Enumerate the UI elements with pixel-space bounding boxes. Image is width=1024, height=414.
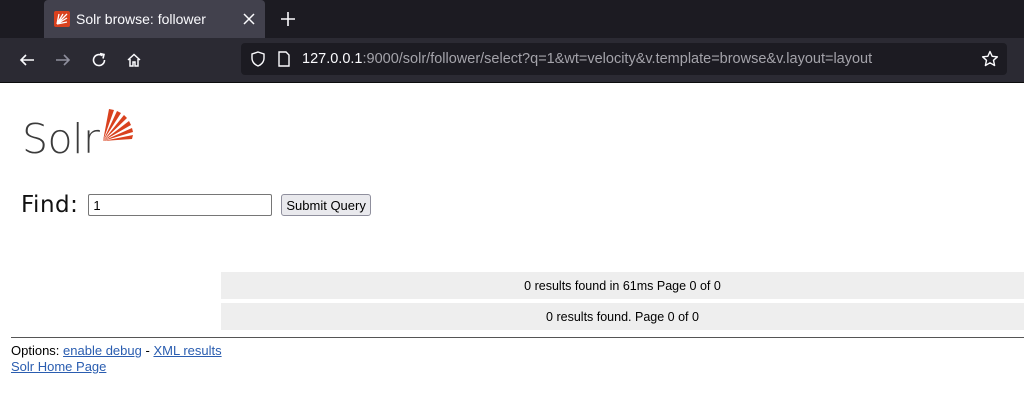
results-summary-top: 0 results found in 61ms Page 0 of 0 [221, 272, 1024, 299]
submit-query-button[interactable]: Submit Query [281, 194, 371, 216]
bookmark-star-icon[interactable] [981, 50, 999, 68]
options-label: Options: [11, 343, 60, 358]
solr-favicon-icon [54, 11, 70, 27]
xml-results-link[interactable]: XML results [153, 343, 221, 358]
options-line: Options: enable debug - XML results [11, 343, 222, 359]
home-icon[interactable] [124, 50, 144, 70]
results-summary-bottom: 0 results found. Page 0 of 0 [221, 303, 1024, 330]
search-form: Find: Submit Query [21, 192, 371, 218]
url-path: :9000/solr/follower/select?q=1&wt=veloci… [362, 51, 873, 67]
search-input[interactable] [88, 194, 273, 216]
page-info-icon[interactable] [275, 50, 293, 68]
back-arrow-icon[interactable] [17, 50, 37, 70]
find-label: Find: [21, 192, 79, 218]
forward-arrow-icon[interactable] [53, 50, 73, 70]
page-content: Solr Find: Submit Query 0 results found … [0, 83, 1024, 414]
solr-logo[interactable]: Solr [22, 105, 142, 167]
solr-home-page-link[interactable]: Solr Home Page [11, 359, 106, 374]
url-host: 127.0.0.1 [302, 51, 363, 67]
url-text[interactable]: 127.0.0.1:9000/solr/follower/select?q=1&… [302, 51, 872, 67]
enable-debug-link[interactable]: enable debug [63, 343, 142, 358]
new-tab-icon[interactable] [278, 9, 298, 29]
tab-close-icon[interactable] [239, 9, 259, 29]
footer-divider [11, 337, 1024, 338]
browser-tab[interactable]: Solr browse: follower [44, 0, 265, 38]
tab-strip: Solr browse: follower [0, 0, 1024, 38]
navigation-toolbar: 127.0.0.1:9000/solr/follower/select?q=1&… [0, 38, 1024, 83]
address-bar[interactable]: 127.0.0.1:9000/solr/follower/select?q=1&… [241, 43, 1007, 75]
logo-wordmark: Solr [22, 115, 100, 163]
tab-title: Solr browse: follower [76, 11, 206, 27]
footer: Options: enable debug - XML results Solr… [11, 343, 222, 375]
options-separator: - [145, 343, 150, 358]
solr-sun-icon [103, 109, 133, 141]
reload-icon[interactable] [89, 50, 109, 70]
tracking-shield-icon[interactable] [249, 50, 267, 68]
